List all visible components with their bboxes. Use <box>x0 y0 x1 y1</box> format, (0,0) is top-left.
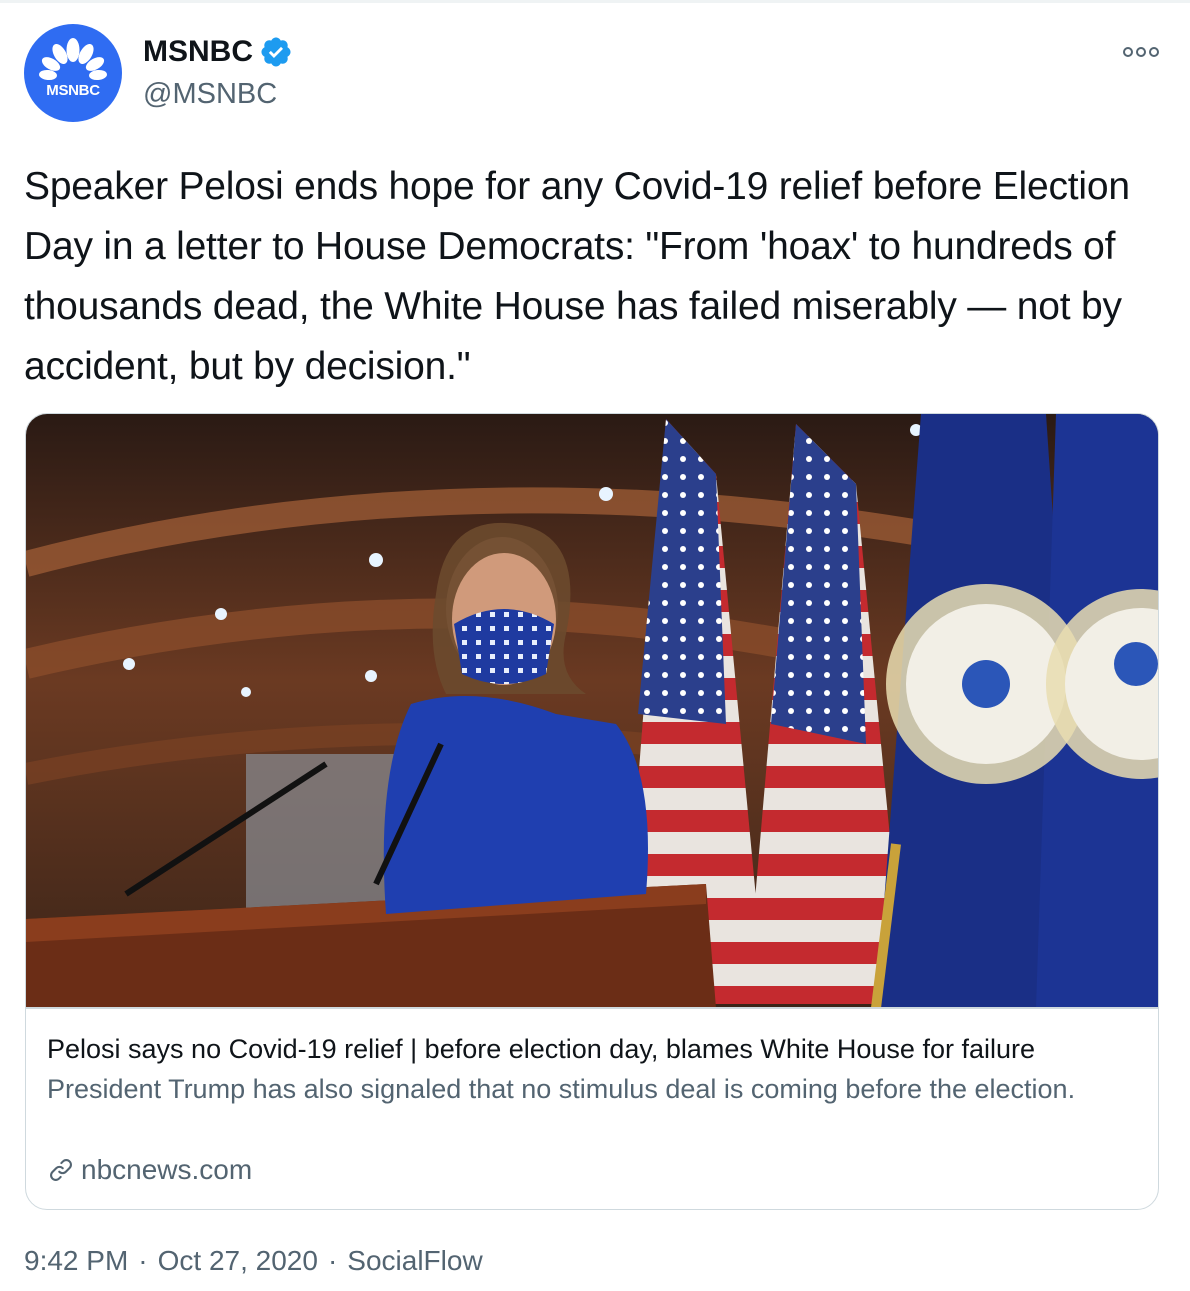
link-icon <box>50 1159 72 1181</box>
avatar[interactable]: MSNBC <box>24 24 122 122</box>
more-horizontal-icon[interactable] <box>1121 42 1161 62</box>
link-card[interactable]: Pelosi says no Covid-19 relief | before … <box>25 413 1159 1210</box>
card-description: President Trump has also signaled that n… <box>47 1074 1076 1104</box>
tweet-source[interactable]: SocialFlow <box>347 1243 482 1279</box>
tweet-date[interactable]: Oct 27, 2020 <box>158 1243 318 1279</box>
avatar-label: MSNBC <box>46 82 100 99</box>
card-domain: nbcnews.com <box>81 1154 253 1185</box>
card-divider <box>26 1007 1158 1009</box>
meta-separator: · <box>138 1245 148 1276</box>
nbc-peacock-icon <box>34 38 112 102</box>
card-image[interactable] <box>26 414 1159 1008</box>
display-name[interactable]: MSNBC <box>143 34 253 70</box>
tweet-time[interactable]: 9:42 PM <box>24 1243 128 1279</box>
verified-badge-icon <box>261 37 291 67</box>
card-title[interactable]: Pelosi says no Covid-19 relief | before … <box>47 1031 1137 1067</box>
meta-separator: · <box>327 1245 338 1276</box>
top-divider <box>0 0 1190 3</box>
tweet-text: Speaker Pelosi ends hope for any Covid-1… <box>24 165 1130 388</box>
tweet-meta: 9:42 PM · Oct 27, 2020 · SocialFlow <box>24 1243 483 1279</box>
handle[interactable]: @MSNBC <box>143 77 277 111</box>
